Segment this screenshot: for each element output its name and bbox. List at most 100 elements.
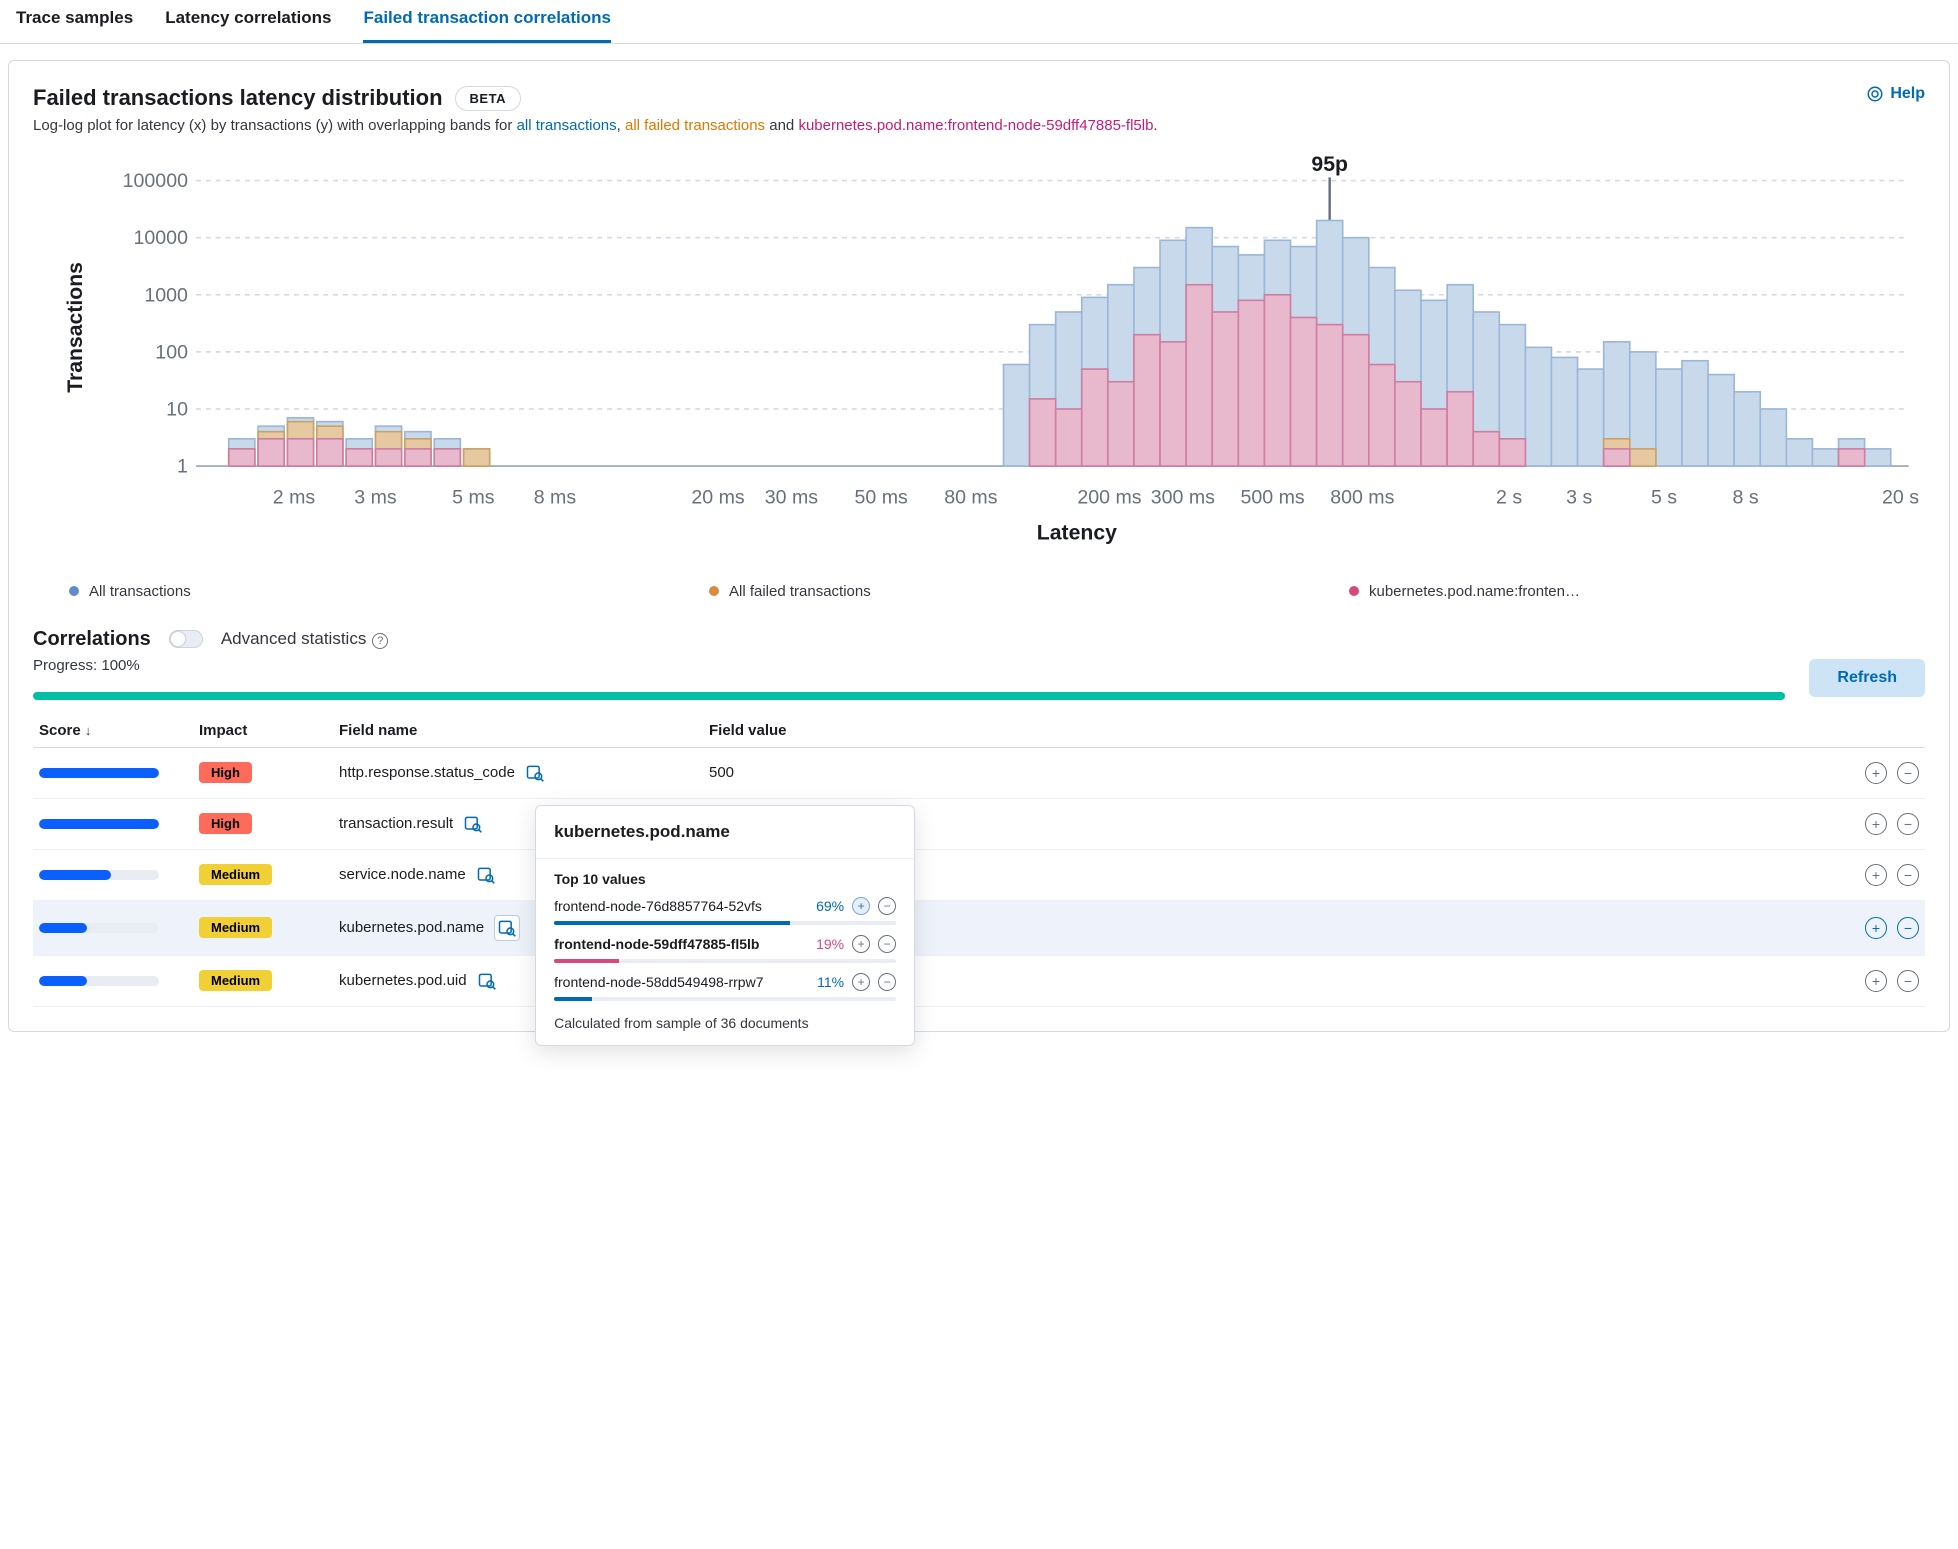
filter-in-button[interactable]: + bbox=[852, 935, 870, 953]
svg-text:50 ms: 50 ms bbox=[854, 486, 907, 508]
svg-text:100000: 100000 bbox=[123, 170, 188, 192]
svg-text:8 s: 8 s bbox=[1733, 486, 1759, 508]
svg-text:20 s: 20 s bbox=[1882, 486, 1919, 508]
link-failed-transactions[interactable]: all failed transactions bbox=[625, 117, 765, 134]
legend-all[interactable]: All transactions bbox=[69, 583, 645, 600]
col-impact[interactable]: Impact bbox=[193, 714, 333, 748]
field-name-text: kubernetes.pod.name bbox=[339, 919, 484, 936]
popover-value-bar bbox=[554, 921, 896, 925]
svg-text:Transactions: Transactions bbox=[64, 262, 87, 393]
svg-text:100: 100 bbox=[155, 341, 188, 363]
main-panel: Failed transactions latency distribution… bbox=[8, 60, 1950, 1032]
score-bar bbox=[39, 819, 159, 829]
svg-text:200 ms: 200 ms bbox=[1077, 486, 1141, 508]
svg-text:3 ms: 3 ms bbox=[354, 486, 397, 508]
impact-badge: Medium bbox=[199, 864, 272, 885]
svg-text:5 ms: 5 ms bbox=[452, 486, 495, 508]
latency-chart: 100000 10000 1000 100 10 1 Transactions … bbox=[33, 148, 1925, 575]
filter-in-button[interactable]: + bbox=[1865, 762, 1887, 784]
svg-text:80 ms: 80 ms bbox=[944, 486, 997, 508]
impact-badge: Medium bbox=[199, 970, 272, 991]
refresh-button[interactable]: Refresh bbox=[1809, 659, 1925, 697]
impact-badge: High bbox=[199, 813, 252, 834]
field-stats-icon[interactable] bbox=[477, 971, 497, 991]
impact-badge: Medium bbox=[199, 917, 272, 938]
filter-in-button[interactable]: + bbox=[1865, 813, 1887, 835]
beta-badge: BETA bbox=[455, 86, 521, 111]
popover-value-row[interactable]: frontend-node-58dd549498-rrpw711%+− bbox=[536, 969, 914, 995]
legend-failed[interactable]: All failed transactions bbox=[709, 583, 1285, 600]
popover-value-name: frontend-node-59dff47885-fl5lb bbox=[554, 936, 808, 952]
filter-out-button[interactable]: − bbox=[878, 935, 896, 953]
col-field-name[interactable]: Field name bbox=[333, 714, 703, 748]
field-stats-icon[interactable] bbox=[525, 763, 545, 783]
popover-value-row[interactable]: frontend-node-76d8857764-52vfs 69% +− bbox=[536, 893, 914, 919]
svg-text:3 s: 3 s bbox=[1566, 486, 1592, 508]
popover-value-name: frontend-node-76d8857764-52vfs bbox=[554, 898, 808, 914]
field-value-text: 500 bbox=[703, 747, 1835, 798]
progress-label: Progress: 100% bbox=[33, 657, 1785, 674]
correlations-table: Score ↓ Impact Field name Field value Hi… bbox=[33, 714, 1925, 1007]
filter-out-button[interactable]: − bbox=[1897, 813, 1919, 835]
tab-failed-correlations[interactable]: Failed transaction correlations bbox=[363, 0, 611, 43]
filter-in-button[interactable]: + bbox=[1865, 970, 1887, 992]
svg-text:10000: 10000 bbox=[134, 227, 189, 249]
field-stats-icon[interactable] bbox=[463, 814, 483, 834]
panel-subtitle: Log-log plot for latency (x) by transact… bbox=[33, 115, 1925, 138]
score-bar bbox=[39, 923, 159, 933]
filter-out-button[interactable]: − bbox=[878, 897, 896, 915]
popover-value-pct: 19% bbox=[816, 936, 844, 952]
svg-text:300 ms: 300 ms bbox=[1151, 486, 1215, 508]
tab-trace-samples[interactable]: Trace samples bbox=[16, 0, 133, 43]
field-name-text: http.response.status_code bbox=[339, 764, 515, 781]
correlations-title: Correlations bbox=[33, 628, 151, 651]
filter-out-button[interactable]: − bbox=[1897, 970, 1919, 992]
svg-text:20 ms: 20 ms bbox=[691, 486, 744, 508]
legend-pod[interactable]: kubernetes.pod.name:fronten… bbox=[1349, 583, 1925, 600]
impact-badge: High bbox=[199, 762, 252, 783]
popover-value-bar bbox=[554, 997, 896, 1001]
tabs: Trace samples Latency correlations Faile… bbox=[0, 0, 1958, 44]
popover-value-row[interactable]: frontend-node-59dff47885-fl5lb 19% +− bbox=[536, 931, 914, 957]
dot-icon bbox=[69, 586, 79, 596]
help-icon bbox=[1866, 85, 1884, 103]
field-stats-icon[interactable] bbox=[494, 915, 520, 941]
svg-text:2 s: 2 s bbox=[1496, 486, 1522, 508]
table-row[interactable]: Mediumkubernetes.pod.name-fl5lb+− bbox=[33, 900, 1925, 955]
link-pod-filter[interactable]: kubernetes.pod.name:frontend-node-59dff4… bbox=[798, 117, 1153, 134]
filter-out-button[interactable]: − bbox=[1897, 762, 1919, 784]
svg-text:Latency: Latency bbox=[1037, 521, 1117, 544]
svg-text:1000: 1000 bbox=[144, 284, 188, 306]
svg-text:1: 1 bbox=[177, 455, 188, 477]
table-row[interactable]: High http.response.status_code 500 +− bbox=[33, 747, 1925, 798]
svg-text:8 ms: 8 ms bbox=[534, 486, 577, 508]
tab-latency-correlations[interactable]: Latency correlations bbox=[165, 0, 331, 43]
svg-text:95p: 95p bbox=[1311, 152, 1348, 175]
chart-svg: 100000 10000 1000 100 10 1 Transactions … bbox=[33, 148, 1925, 572]
filter-in-button[interactable]: + bbox=[852, 897, 870, 915]
filter-in-button[interactable]: + bbox=[1865, 864, 1887, 886]
advanced-stats-label: Advanced statistics? bbox=[221, 629, 389, 649]
col-score[interactable]: Score ↓ bbox=[33, 714, 193, 748]
filter-out-button[interactable]: − bbox=[1897, 917, 1919, 939]
filter-in-button[interactable]: + bbox=[1865, 917, 1887, 939]
table-row[interactable]: Hightransaction.resultHTTP 5xx+− bbox=[33, 798, 1925, 849]
table-row[interactable]: Mediumservice.node.name6fb83842bd2+− bbox=[33, 849, 1925, 900]
popover-value-name: frontend-node-58dd549498-rrpw7 bbox=[554, 974, 809, 990]
filter-out-button[interactable]: − bbox=[878, 973, 896, 991]
svg-text:30 ms: 30 ms bbox=[765, 486, 818, 508]
link-all-transactions[interactable]: all transactions bbox=[517, 117, 617, 134]
table-row[interactable]: Mediumkubernetes.pod.uid+− bbox=[33, 955, 1925, 1006]
field-stats-icon[interactable] bbox=[476, 865, 496, 885]
progress-bar bbox=[33, 692, 1785, 700]
filter-in-button[interactable]: + bbox=[852, 973, 870, 991]
score-bar bbox=[39, 976, 159, 986]
popover-value-pct: 69% bbox=[816, 898, 844, 914]
popover-title: kubernetes.pod.name bbox=[536, 806, 914, 859]
help-tooltip-icon[interactable]: ? bbox=[372, 633, 388, 649]
advanced-stats-toggle[interactable] bbox=[169, 630, 203, 648]
filter-out-button[interactable]: − bbox=[1897, 864, 1919, 886]
col-field-value[interactable]: Field value bbox=[703, 714, 1835, 748]
help-link[interactable]: Help bbox=[1866, 85, 1925, 103]
field-values-popover: kubernetes.pod.name Top 10 values fronte… bbox=[535, 805, 915, 1046]
